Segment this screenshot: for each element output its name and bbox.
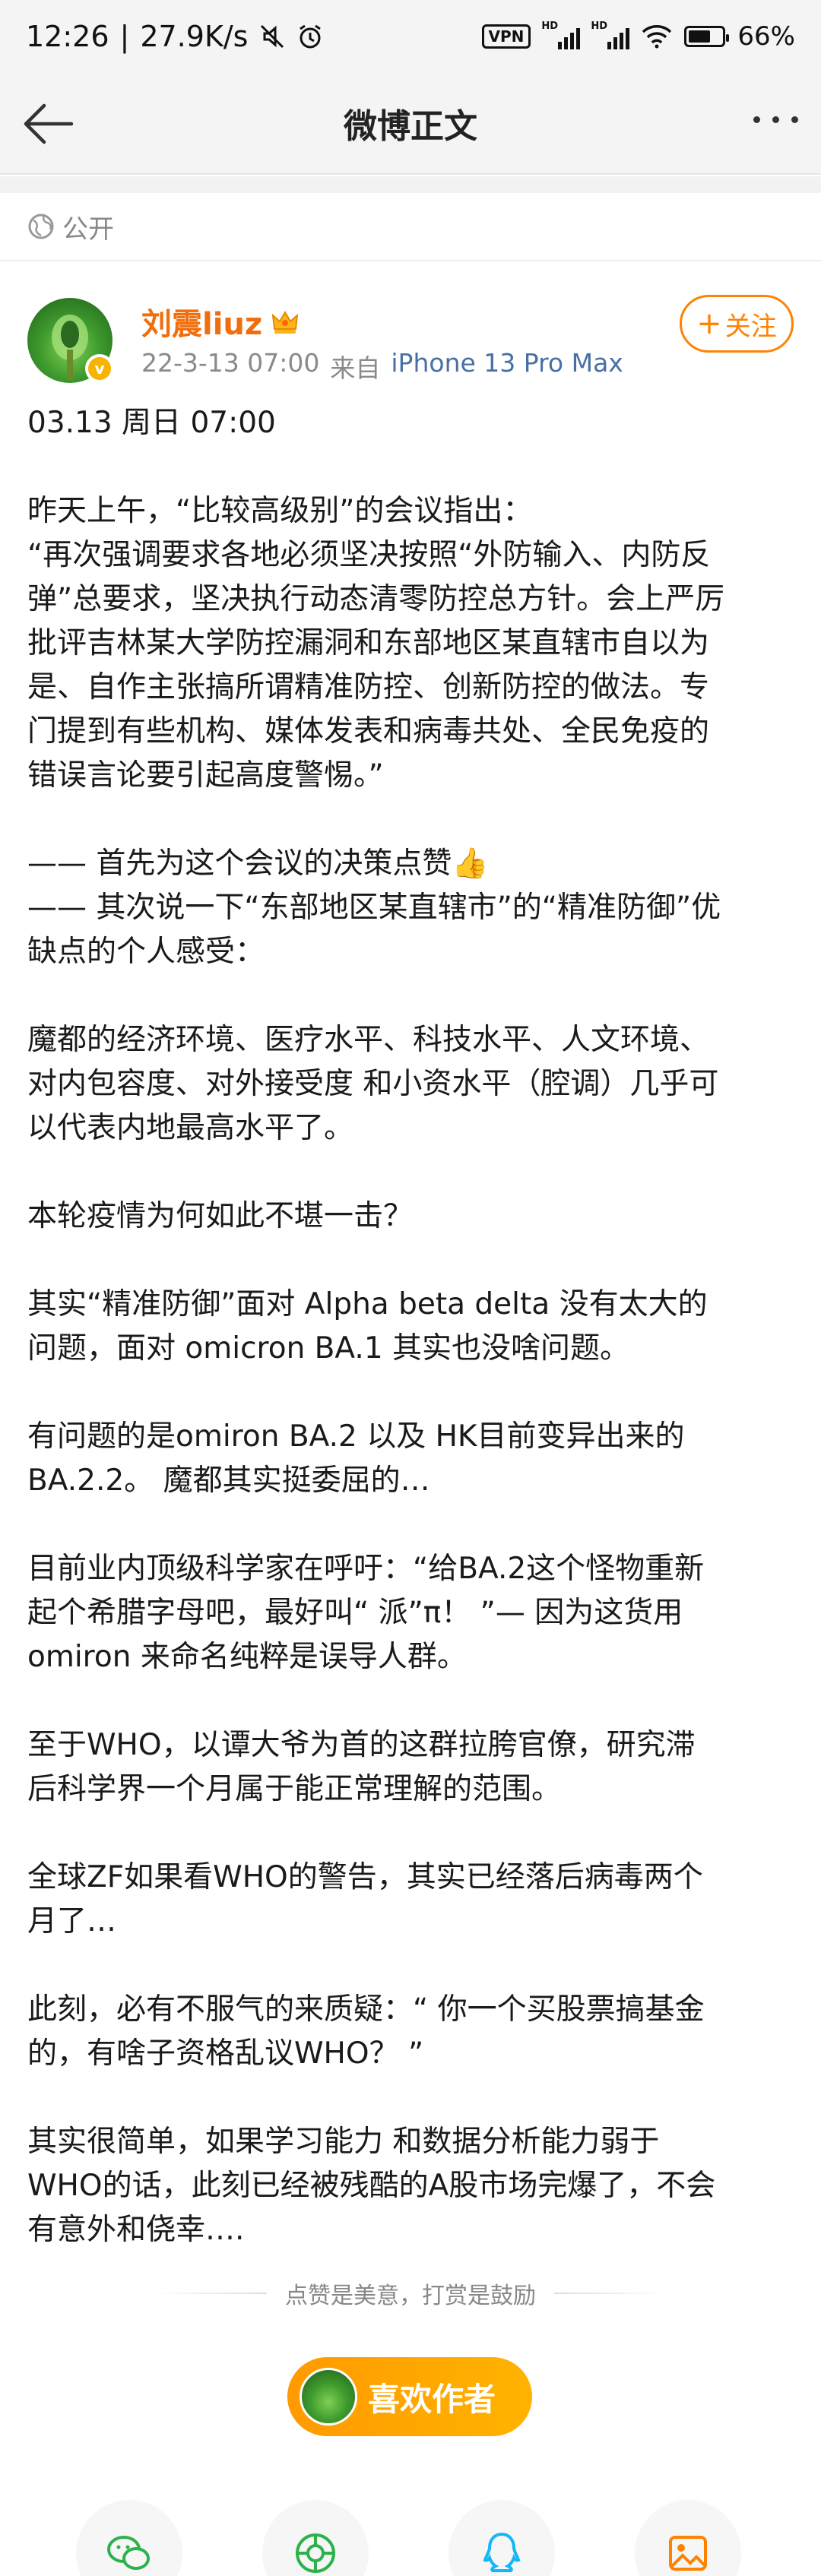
battery-percent: 66% xyxy=(737,21,795,52)
plus-icon: + xyxy=(696,306,722,341)
post-line: 的，有啥子资格乱议WHO？ ” xyxy=(27,2036,424,2071)
back-button[interactable] xyxy=(21,103,74,145)
visibility-label: 公开 xyxy=(62,214,114,245)
crown-icon[interactable] xyxy=(270,306,300,337)
post-line: 有意外和侥幸…. xyxy=(27,2213,245,2247)
post-line: 缺点的个人感受： xyxy=(27,935,265,969)
post-line: 弹”总要求，坚决执行动态清零防控总方针。会上严厉 xyxy=(27,582,725,616)
qq-icon xyxy=(483,2532,521,2572)
visibility-row: 公开 xyxy=(0,193,821,261)
post-line: —— 其次说一下“东部地区某直辖市”的“精准防御”优 xyxy=(27,891,721,925)
more-dot-icon xyxy=(753,116,760,123)
post-line: WHO的话，此刻已经被残酷的A股市场完爆了，不会 xyxy=(27,2169,716,2203)
reward-button[interactable]: 喜欢作者 xyxy=(287,2357,532,2436)
status-net-speed: 27.9K/s xyxy=(140,19,249,53)
vpn-icon: VPN xyxy=(481,24,531,49)
signal-icon-2: HD xyxy=(591,21,630,49)
reward-divider: 点赞是美意，打赏是鼓励 xyxy=(0,2271,821,2316)
post-line: “再次强调要求各地必须坚决按照“外防输入、内防反 xyxy=(27,538,711,572)
alarm-icon xyxy=(296,23,324,50)
post-line: 03.13 周日 07:00 xyxy=(27,406,276,440)
author-name[interactable]: 刘震liuz xyxy=(141,299,262,343)
post-line: 本轮疫情为何如此不堪一击？ xyxy=(27,1199,414,1233)
share-wechat-button[interactable] xyxy=(76,2500,182,2576)
author-row: v 刘震liuz 22-3-13 07:00 来自 iPhone 13 Pro … xyxy=(0,289,821,388)
post-line: 以代表内地最高水平了。 xyxy=(27,1111,354,1145)
nav-bar: 微博正文 xyxy=(0,72,821,175)
battery-icon xyxy=(684,25,730,47)
follow-label: 关注 xyxy=(724,311,777,342)
post-line: 是、自作主张搞所谓精准防控、创新防控的做法。专 xyxy=(27,670,710,704)
post-line: 错误言论要引起高度警惕。” xyxy=(27,758,384,793)
post-device[interactable]: iPhone 13 Pro Max xyxy=(391,348,623,385)
post-line: 此刻，必有不服气的来质疑：“ 你一个买股票搞基金 xyxy=(27,1992,705,2027)
post-line: 其实“精准防御”面对 Alpha beta delta 没有太大的 xyxy=(27,1287,708,1321)
signal-icon-1: HD xyxy=(541,21,581,49)
reward-avatar xyxy=(300,2368,357,2426)
image-icon xyxy=(669,2536,707,2571)
wifi-icon xyxy=(642,24,672,49)
post-line: 后科学界一个月属于能正常理解的范围。 xyxy=(27,1772,562,1806)
post-line: 月了… xyxy=(27,1904,117,1938)
more-button[interactable] xyxy=(753,116,798,123)
post-line: 门提到有些机构、媒体发表和病毒共处、全民免疫的 xyxy=(27,714,710,748)
post-line: 至于WHO，以谭大爷为首的这群拉胯官僚，研究滞 xyxy=(27,1728,696,1762)
post-line: 其实很简单，如果学习能力 和数据分析能力弱于 xyxy=(27,2125,660,2159)
post-body: 03.13 周日 07:00 昨天上午，“比较高级别”的会议指出： “再次强调要求各… xyxy=(27,401,795,2252)
moments-icon xyxy=(296,2533,335,2573)
follow-button[interactable]: + 关注 xyxy=(680,295,794,353)
back-arrow-icon xyxy=(24,103,74,144)
post-line: 全球ZF如果看WHO的警告，其实已经落后病毒两个 xyxy=(27,1860,703,1894)
section-gap xyxy=(0,176,821,193)
post-date: 22-3-13 07:00 xyxy=(141,348,320,378)
post-line: omiron 来命名纯粹是误导人群。 xyxy=(27,1640,467,1674)
wechat-icon xyxy=(107,2536,150,2570)
status-time: 12:26 xyxy=(26,19,109,53)
post-line: 问题，面对 omicron BA.1 其实也没啥问题。 xyxy=(27,1331,630,1366)
status-bar: 12:26 | 27.9K/s VPN HD HD 66% xyxy=(0,0,821,72)
more-dot-icon xyxy=(791,116,798,123)
page-title: 微博正文 xyxy=(344,106,477,146)
post-line: 目前业内顶级科学家在呼吁：“给BA.2这个怪物重新 xyxy=(27,1552,705,1586)
share-qq-button[interactable] xyxy=(449,2500,555,2576)
reward-tagline: 点赞是美意，打赏是鼓励 xyxy=(285,2283,536,2309)
status-separator: | xyxy=(119,19,130,53)
post-line: 有问题的是omiron BA.2 以及 HK目前变异出来的 xyxy=(27,1419,685,1454)
post-line: 起个希腊字母吧，最好叫“ 派”π！ ”— 因为这货用 xyxy=(27,1596,683,1630)
mute-icon xyxy=(258,23,286,50)
post-meta: 22-3-13 07:00 来自 iPhone 13 Pro Max xyxy=(141,348,623,385)
post-line: BA.2.2。 魔都其实挺委屈的… xyxy=(27,1464,430,1498)
post-line: —— 首先为这个会议的决策点赞👍 xyxy=(27,847,489,881)
post-line: 魔都的经济环境、医疗水平、科技水平、人文环境、 xyxy=(27,1023,710,1057)
share-row xyxy=(0,2500,821,2576)
globe-icon xyxy=(28,214,54,239)
post-line: 对内包容度、对外接受度 和小资水平（腔调）几乎可 xyxy=(27,1067,719,1101)
share-moments-button[interactable] xyxy=(262,2500,369,2576)
share-image-button[interactable] xyxy=(635,2500,741,2576)
post-line: 批评吉林某大学防控漏洞和东部地区某直辖市自以为 xyxy=(27,626,710,660)
divider-line xyxy=(153,2293,267,2294)
post-source-prefix: 来自 xyxy=(330,353,381,383)
more-dot-icon xyxy=(772,116,779,123)
reward-button-label: 喜欢作者 xyxy=(368,2380,496,2418)
verified-badge-icon: v xyxy=(85,354,114,383)
post-line: 昨天上午，“比较高级别”的会议指出： xyxy=(27,494,533,528)
divider-line xyxy=(554,2293,668,2294)
